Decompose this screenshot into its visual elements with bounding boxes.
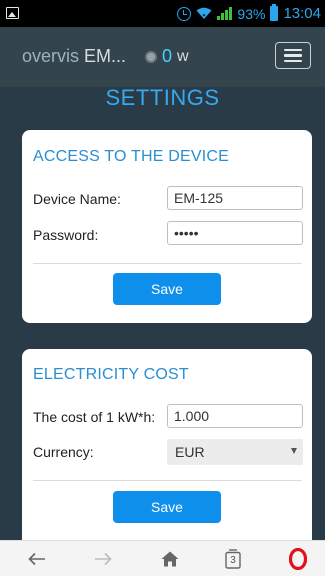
device-name-truncated: EM...: [79, 46, 127, 66]
access-section-title: ACCESS TO THE DEVICE: [33, 148, 230, 165]
cost-label: The cost of 1 kW*h:: [33, 409, 156, 425]
tabs-icon[interactable]: 3: [218, 541, 248, 576]
app-header: overvis EM... 0 w: [0, 27, 325, 87]
browser-bottom-nav: 3: [0, 540, 325, 576]
clock-time: 13:04: [283, 5, 321, 22]
battery-percent: 93%: [237, 5, 266, 22]
currency-selected-value: EUR: [175, 444, 205, 460]
power-value: 0: [162, 46, 173, 66]
chevron-down-icon: [291, 448, 297, 454]
device-name-label: Device Name:: [33, 191, 121, 207]
hamburger-menu-icon[interactable]: [275, 42, 311, 69]
home-icon[interactable]: [155, 541, 185, 576]
signal-icon: [217, 7, 233, 20]
currency-label: Currency:: [33, 444, 94, 460]
status-dot-icon: [145, 50, 157, 63]
electricity-cost-card: ELECTRICITY COST The cost of 1 kW*h: Cur…: [22, 349, 312, 540]
alarm-icon: [177, 6, 192, 21]
forward-arrow-icon[interactable]: [88, 541, 118, 576]
battery-icon: [270, 4, 279, 21]
cost-save-button[interactable]: Save: [113, 491, 221, 523]
gallery-icon: [6, 7, 19, 19]
page-title: SETTINGS: [105, 85, 220, 110]
back-arrow-icon[interactable]: [22, 541, 52, 576]
device-name-input[interactable]: [167, 186, 303, 210]
power-unit: w: [177, 47, 189, 65]
cost-section-title: ELECTRICITY COST: [33, 366, 189, 383]
tabs-count: 3: [230, 555, 236, 566]
access-save-button[interactable]: Save: [113, 273, 221, 305]
cost-input[interactable]: [167, 404, 303, 428]
status-bar: 93% 13:04: [0, 0, 325, 27]
currency-select[interactable]: EUR: [167, 439, 303, 465]
password-label: Password:: [33, 227, 99, 243]
password-input[interactable]: [167, 221, 303, 245]
opera-icon[interactable]: [283, 541, 313, 576]
divider: [33, 480, 302, 481]
power-indicator: 0 w: [145, 46, 189, 67]
access-settings-card: ACCESS TO THE DEVICE Device Name: Passwo…: [22, 130, 312, 323]
device-title[interactable]: overvis EM...: [22, 46, 126, 67]
divider: [33, 263, 302, 264]
brand-logo-text: overvis: [22, 46, 80, 66]
wifi-icon: [196, 7, 212, 19]
